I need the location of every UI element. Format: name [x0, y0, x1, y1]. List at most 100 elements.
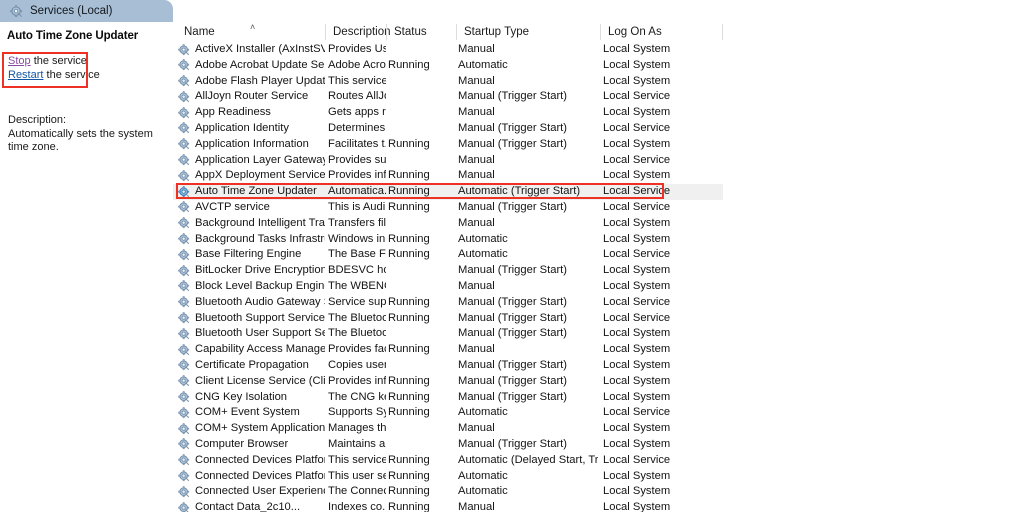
- cell-service-name: CNG Key Isolation: [195, 390, 288, 403]
- cell-service-name: ActiveX Installer (AxInstSV): [195, 43, 325, 55]
- cell-startup-type: Automatic (Delayed Start, Tri...: [458, 453, 598, 466]
- cell-service-name: Connected User Experience...: [195, 485, 325, 498]
- cell-description: Service sup...: [328, 295, 386, 308]
- cell-status: [388, 121, 448, 137]
- table-row[interactable]: Client License Service (ClipS...Provides…: [173, 374, 1024, 390]
- table-row[interactable]: Connected User Experience...The Connec..…: [173, 484, 1024, 500]
- table-row[interactable]: COM+ System ApplicationManages th... Manu…: [173, 421, 1024, 437]
- tab-services-local[interactable]: Services (Local): [0, 0, 173, 22]
- table-row[interactable]: Adobe Acrobat Update Serv...Adobe Acro..…: [173, 58, 1024, 74]
- cell-description: Windows in...: [328, 232, 386, 245]
- cell-log-on-as: Local System: [603, 169, 671, 182]
- cell-service-name: Adobe Acrobat Update Serv...: [195, 58, 325, 71]
- cell-startup-type: Automatic: [458, 248, 508, 261]
- table-row[interactable]: Base Filtering Engine The Base Fil...Runn…: [173, 247, 1024, 263]
- cell-service-name: AppX Deployment Service (...: [195, 169, 325, 182]
- cell-status: [388, 263, 448, 279]
- table-row[interactable]: Background Intelligent Tran...Transfers …: [173, 216, 1024, 232]
- cell-description: Adobe Acro...: [328, 58, 386, 71]
- cell-service-name: Base Filtering Engine: [195, 248, 302, 261]
- table-row[interactable]: Computer Browser Maintains a... Manual (Tr…: [173, 437, 1024, 453]
- cell-startup-type: Manual: [458, 43, 495, 55]
- table-row[interactable]: Capability Access Manager ...Provides fa…: [173, 342, 1024, 358]
- cell-log-on-as: Local Service: [603, 453, 671, 466]
- cell-log-on-as: Local System: [603, 264, 671, 277]
- table-row[interactable]: Background Tasks Infrastru...Windows in.…: [173, 232, 1024, 248]
- header-divider-5[interactable]: [722, 24, 723, 40]
- table-row[interactable]: CNG Key Isolation The CNG ke...Running Man…: [173, 390, 1024, 406]
- table-row[interactable]: BitLocker Drive Encryption ...BDESVC hos…: [173, 263, 1024, 279]
- cell-status: [388, 42, 448, 58]
- table-row[interactable]: Application Information Facilitates t...R…: [173, 137, 1024, 153]
- table-row[interactable]: Auto Time Zone Updater Automatica...Runni…: [173, 184, 1024, 200]
- table-row[interactable]: Application Identity Determines ... Manual…: [173, 121, 1024, 137]
- cell-service-name: Application Information: [195, 137, 309, 150]
- table-row[interactable]: Adobe Flash Player Update ...This servic…: [173, 74, 1024, 90]
- cell-startup-type: Manual: [458, 216, 495, 229]
- table-row[interactable]: Bluetooth Audio Gateway S...Service sup.…: [173, 295, 1024, 311]
- table-row[interactable]: Certificate Propagation Copies user ... Ma…: [173, 358, 1024, 374]
- table-row[interactable]: Connected Devices Platfor... This user se…: [173, 469, 1024, 485]
- cell-status: Running: [388, 390, 430, 403]
- service-description-block: Description: Automatically sets the syst…: [8, 114, 170, 155]
- cell-log-on-as: Local Service: [603, 90, 671, 103]
- cell-startup-type: Manual (Trigger Start): [458, 358, 568, 371]
- cell-service-name: Background Tasks Infrastru...: [195, 232, 325, 245]
- column-header-description[interactable]: Description: [326, 22, 391, 42]
- cell-status: [388, 326, 448, 342]
- cell-startup-type: Manual: [458, 501, 495, 512]
- cell-service-name: App Readiness: [195, 106, 271, 119]
- table-row[interactable]: Application Layer Gateway ...Provides su…: [173, 153, 1024, 169]
- table-row[interactable]: Contact Data_2c10... Indexes co... Running…: [173, 500, 1024, 512]
- cell-status: Running: [388, 374, 430, 387]
- cell-log-on-as: Local System: [603, 437, 671, 450]
- cell-status: [388, 216, 448, 232]
- cell-description: Routes AllJo...: [328, 90, 386, 103]
- table-row[interactable]: Connected Devices Platfor... This service…: [173, 453, 1024, 469]
- cell-log-on-as: Local System: [603, 343, 671, 356]
- cell-service-name: Client License Service (ClipS...: [195, 374, 325, 387]
- cell-description: The Bluetoo...: [328, 327, 386, 340]
- service-details-pane: Auto Time Zone Updater Stop the service …: [0, 22, 173, 512]
- cell-log-on-as: Local System: [603, 137, 671, 150]
- cell-status: [388, 74, 448, 90]
- cell-description: Determines ...: [328, 121, 386, 134]
- cell-service-name: Capability Access Manager ...: [195, 343, 325, 356]
- cell-status: Running: [388, 169, 430, 182]
- service-gear-icon: [10, 4, 23, 18]
- cell-status: [388, 279, 448, 295]
- cell-log-on-as: Local Service: [603, 248, 671, 261]
- cell-description: Maintains a...: [328, 437, 386, 450]
- cell-startup-type: Manual (Trigger Start): [458, 390, 568, 403]
- cell-startup-type: Manual (Trigger Start): [458, 327, 568, 340]
- column-header-log-on-as[interactable]: Log On As: [601, 22, 722, 42]
- cell-service-name: Contact Data_2c10...: [195, 501, 301, 512]
- cell-service-name: BitLocker Drive Encryption ...: [195, 264, 325, 277]
- table-row[interactable]: App Readiness Gets apps re... Manual Local …: [173, 105, 1024, 121]
- table-row[interactable]: ActiveX Installer (AxInstSV)Provides Us.…: [173, 42, 1024, 58]
- cell-description: This service ...: [328, 74, 386, 87]
- table-row[interactable]: AVCTP service This is Audi...Running Manua…: [173, 200, 1024, 216]
- cell-status: [388, 358, 448, 374]
- table-row[interactable]: AllJoyn Router Service Routes AllJo... Man…: [173, 89, 1024, 105]
- annotation-box-action-links: [2, 52, 88, 88]
- cell-service-name: Adobe Flash Player Update ...: [195, 74, 325, 87]
- cell-status: Running: [388, 485, 430, 498]
- cell-description: Provides su...: [328, 153, 386, 166]
- cell-status: Running: [388, 137, 430, 150]
- cell-startup-type: Manual (Trigger Start): [458, 295, 568, 308]
- table-row[interactable]: Bluetooth Support ServiceThe Bluetoo...R…: [173, 311, 1024, 327]
- column-header-status[interactable]: Status: [387, 22, 457, 42]
- cell-startup-type: Automatic: [458, 485, 508, 498]
- column-header-startup-type[interactable]: Startup Type: [457, 22, 601, 42]
- cell-log-on-as: Local System: [603, 232, 671, 245]
- cell-description: Provides inf...: [328, 374, 386, 387]
- cell-log-on-as: Local Service: [603, 200, 671, 213]
- cell-log-on-as: Local System: [603, 358, 671, 371]
- table-row[interactable]: Block Level Backup Engine ...The WBENG..…: [173, 279, 1024, 295]
- table-row[interactable]: COM+ Event System Supports Sy...Running Au…: [173, 405, 1024, 421]
- cell-service-name: Connected Devices Platfor...: [195, 469, 325, 482]
- table-row[interactable]: AppX Deployment Service (...Provides inf…: [173, 168, 1024, 184]
- table-row[interactable]: Bluetooth User Support Ser...The Bluetoo…: [173, 326, 1024, 342]
- cell-service-name: Certificate Propagation: [195, 358, 309, 371]
